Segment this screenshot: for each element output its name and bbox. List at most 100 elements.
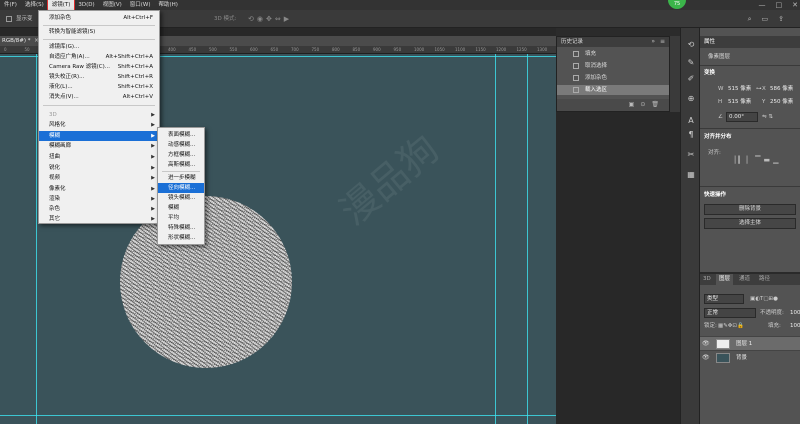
filter-item-camera-raw[interactable]: Camera Raw 滤镜(C)... Shift+Ctrl+A [39,62,159,72]
eye-icon[interactable]: 👁 [702,354,710,362]
menu-3d[interactable]: 3D(D) [74,0,98,10]
menu-item-label: 自适应广角(A)... [49,54,90,60]
filter-item-render[interactable]: 渲染 ▶ [39,194,159,204]
tools-icon[interactable]: ✂ [686,150,696,160]
remove-background-button[interactable]: 删除背景 [704,204,796,215]
width-label: W [718,86,724,92]
filter-item-sharpen[interactable]: 锐化 ▶ [39,163,159,173]
eye-icon[interactable]: 👁 [702,340,710,348]
filter-item-video[interactable]: 视频 ▶ [39,173,159,183]
swatches-icon[interactable]: ▦ [686,170,696,180]
blur-item-box[interactable]: 方框模糊... [158,150,204,160]
blur-item-surface[interactable]: 表面模糊... [158,130,204,140]
filter-item-other[interactable]: 其它 ▶ [39,214,159,224]
blur-item-blur[interactable]: 模糊 [158,203,204,213]
menu-filter[interactable]: 滤镜(T) [46,0,76,11]
blur-item-gaussian[interactable]: 高斯模糊... [158,160,204,170]
filter-item-add-noise[interactable]: 添加杂色 Alt+Ctrl+F [39,13,159,23]
tab-3d[interactable]: 3D [700,274,714,285]
menu-file[interactable]: 件(F) [0,0,21,10]
show-transform-label: 显示变 [16,16,33,22]
blur-item-shape[interactable]: 形状模糊... [158,233,204,243]
filter-item-blur[interactable]: 模糊 ▶ [39,131,159,141]
menu-item-label: 消失点(V)... [49,94,79,100]
panel-menu-icon[interactable]: ≡ [660,37,665,47]
tab-paths[interactable]: 路径 [756,274,773,285]
filter-item-adaptive-wide[interactable]: 自适应广角(A)... Alt+Shift+Ctrl+A [39,52,159,62]
show-transform-checkbox[interactable] [6,16,12,22]
layer-row[interactable]: 👁 背景 [700,350,800,364]
filter-item-stylize[interactable]: 风格化 ▶ [39,120,159,130]
layer-thumbnail [716,353,730,363]
blur-item-lens[interactable]: 镜头模糊... [158,193,204,203]
maximize-icon[interactable]: □ [776,0,783,10]
filter-item-smart-filter[interactable]: 转换为智能滤镜(S) [39,27,159,37]
filter-menu: 添加杂色 Alt+Ctrl+F 转换为智能滤镜(S) 滤镜库(G)... 自适应广… [38,10,160,224]
history-state[interactable]: 添加杂色 [557,73,669,83]
document-tab-title: RGB/8#) * [2,38,31,44]
tab-properties[interactable]: 属性 [700,36,719,48]
ruler-tick: 700 [291,47,299,52]
blur-item-radial[interactable]: 径向模糊... [158,183,204,193]
paragraph-icon[interactable]: ¶ [686,130,696,140]
history-state-selected[interactable]: 载入选区 [557,85,669,95]
blur-item-blur-more[interactable]: 进一步模糊 [158,173,204,183]
align-icons[interactable]: ▕▎▏▔▬▁ [730,156,782,164]
menu-select[interactable]: 选择(S) [21,0,48,10]
tab-channels[interactable]: 通道 [736,274,753,285]
filter-item-vanishing-point[interactable]: 消失点(V)... Alt+Ctrl+V [39,92,159,102]
blur-item-motion[interactable]: 动感模糊... [158,140,204,150]
menu-window[interactable]: 窗口(W) [126,0,155,10]
blur-item-smart[interactable]: 特殊模糊... [158,223,204,233]
align-section-title: 对齐并分布 [704,134,732,140]
tab-layers[interactable]: 图层 [716,274,734,285]
fill-value[interactable]: 100 [790,321,800,331]
select-subject-button[interactable]: 选择主体 [704,218,796,229]
angle-input[interactable]: 0.00° [726,112,758,122]
filter-icons[interactable]: ▣◐T▢⊞● [750,294,778,304]
filter-item-pixelate[interactable]: 像素化 ▶ [39,184,159,194]
menu-view[interactable]: 视图(V) [99,0,126,10]
submenu-arrow-icon: ▶ [151,186,155,192]
history-state[interactable]: 取消选择 [557,61,669,71]
y-value[interactable]: 250 像素 [770,97,793,107]
flip-icons[interactable]: ⇋ ⇅ [762,112,773,122]
toolbar-right-icons[interactable]: ⌕▭⇪ [748,14,794,24]
brush-settings-icon[interactable]: ✎ [686,58,696,68]
menu-help[interactable]: 帮助(H) [154,0,181,10]
x-value[interactable]: 586 像素 [770,84,793,94]
3d-tools-icons[interactable]: ⟲◉✥⇔▶ [248,14,292,24]
brush-icon[interactable]: ✐ [686,74,696,84]
layer-kind-filter[interactable]: 类型 [704,294,744,304]
link-icon[interactable]: ⊶ [756,84,762,94]
collapse-icon[interactable]: » [651,37,655,47]
character-icon[interactable]: A [686,116,696,126]
filter-item-lens-correction[interactable]: 镜头校正(R)... Shift+Ctrl+R [39,72,159,82]
minimize-icon[interactable]: — [759,0,766,10]
opacity-value[interactable]: 100 [790,308,800,318]
blend-mode-select[interactable]: 正常 [704,308,756,318]
blur-item-average[interactable]: 平均 [158,213,204,223]
shortcut: Shift+Ctrl+X [117,84,153,90]
shortcut: Shift+Ctrl+R [117,74,153,80]
menu-separator [43,105,155,106]
lock-icons[interactable]: ▦✎✥⊡🔒 [718,321,744,331]
width-value[interactable]: 515 像素 [728,84,751,94]
history-footer-icons[interactable]: ▣⊙🗑 [557,99,669,111]
close-icon[interactable]: ✕ [792,0,798,10]
clone-source-icon[interactable]: ⊕ [686,94,696,104]
filter-item-liquify[interactable]: 液化(L)... Shift+Ctrl+X [39,82,159,92]
filter-item-blur-gallery[interactable]: 模糊画廊 ▶ [39,141,159,151]
filter-item-noise[interactable]: 杂色 ▶ [39,204,159,214]
history-state-icon [573,75,579,81]
filter-item-gallery[interactable]: 滤镜库(G)... [39,42,159,52]
menu-item-label: 杂色 [49,206,61,212]
height-value[interactable]: 515 像素 [728,97,751,107]
history-panel-icon[interactable]: ⟲ [686,40,696,50]
history-panel-title: 历史记录 [561,39,584,45]
filter-item-distort[interactable]: 扭曲 ▶ [39,152,159,162]
history-state[interactable]: 填充 [557,49,669,59]
history-panel-header: 历史记录 » ≡ [557,37,669,47]
submenu-arrow-icon: ▶ [151,175,155,181]
layer-row[interactable]: 👁 图层 1 [700,336,800,350]
